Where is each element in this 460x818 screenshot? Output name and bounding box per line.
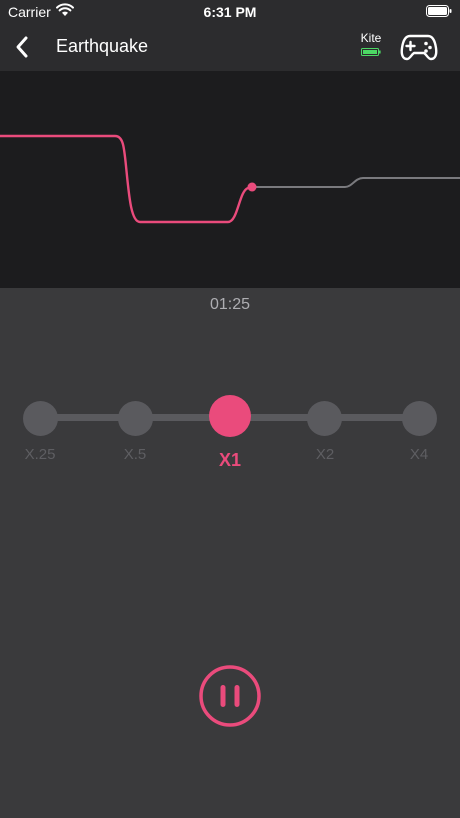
speed-label-x2: X2 [315,446,335,463]
speed-option-x2[interactable] [307,401,342,436]
chevron-left-icon [16,36,28,58]
waveform-panel [0,71,460,288]
back-button[interactable] [8,32,38,62]
speed-label-x025: X.25 [24,446,56,463]
pause-button[interactable] [198,664,262,728]
waveform-played [0,134,253,224]
playhead-marker [247,182,257,192]
speed-selector: X.25 X.5 X1 X2 X4 [0,380,460,480]
device-name: Kite [360,31,382,45]
speed-label-x05: X.5 [123,446,147,463]
pause-icon [220,685,240,707]
gamepad-button[interactable] [400,30,438,64]
speed-option-x05[interactable] [118,401,153,436]
speed-label-x4: X4 [409,446,429,463]
page-title: Earthquake [56,36,149,56]
speed-label-x1: X1 [218,450,242,470]
waveform-chart [0,134,460,224]
status-time: 6:31 PM [203,4,257,20]
speed-option-x025[interactable] [23,401,58,436]
device-battery-icon [361,48,381,56]
status-bar: Carrier 6:31 PM [0,0,460,24]
elapsed-time: 01:25 [209,296,251,313]
battery-icon [426,5,452,17]
nav-bar: Earthquake Kite [0,24,460,71]
waveform-remaining [252,177,460,188]
speed-option-x4[interactable] [402,401,437,436]
speed-option-x1[interactable] [209,395,251,437]
